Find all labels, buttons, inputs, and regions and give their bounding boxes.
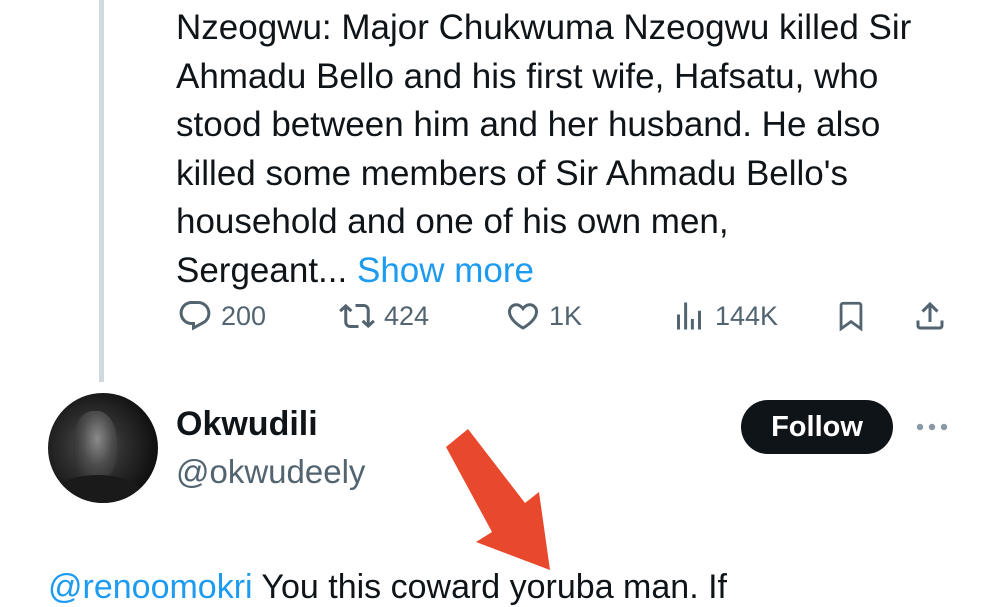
heart-icon <box>505 298 541 334</box>
tweet-text-line: household and one of his own men, <box>176 202 729 241</box>
tweet-text-line: stood between him and her husband. He al… <box>176 105 881 144</box>
share-icon <box>912 298 948 334</box>
tweet-text-truncated: Sergeant... <box>176 250 348 290</box>
annotation-arrow-icon <box>446 429 550 570</box>
retweet-count: 424 <box>384 300 430 331</box>
retweet-icon <box>338 298 376 334</box>
avatar-shoulder <box>53 475 143 503</box>
tweet-body: Nzeogwu: Major Chukwuma Nzeogwu killed S… <box>176 4 976 295</box>
user-display-name[interactable]: Okwudili <box>176 405 318 444</box>
reply-count: 200 <box>221 300 267 331</box>
bookmark-button[interactable] <box>834 293 868 339</box>
avatar-face <box>73 411 117 481</box>
reply-icon <box>177 298 213 334</box>
mention-link[interactable]: @renoomokri <box>48 568 253 606</box>
more-options-button[interactable] <box>912 412 952 442</box>
tweet-text-line: Ahmadu Bello and his first wife, Hafsatu… <box>176 56 879 96</box>
views-button[interactable]: 144K <box>671 293 778 339</box>
tweet-action-bar: 200 424 1K 144K <box>0 293 1000 339</box>
avatar[interactable] <box>48 393 158 503</box>
tweet-text-last-line: Sergeant... Show more <box>176 247 976 296</box>
reply-button[interactable]: 200 <box>177 293 266 339</box>
like-count: 1K <box>549 300 583 331</box>
tweet-text-line: Nzeogwu: Major Chukwuma Nzeogwu killed S… <box>176 8 912 47</box>
user-handle[interactable]: @okwudeely <box>176 453 365 491</box>
tweet-text-line: killed some members of Sir Ahmadu Bello'… <box>176 153 848 193</box>
more-dots-icon <box>912 423 952 446</box>
views-count: 144K <box>715 300 779 331</box>
bookmark-icon <box>834 298 868 334</box>
retweet-button[interactable]: 424 <box>338 293 429 339</box>
follow-button[interactable]: Follow <box>741 400 893 454</box>
share-button[interactable] <box>912 293 948 339</box>
views-icon <box>671 298 707 334</box>
like-button[interactable]: 1K <box>505 293 582 339</box>
show-more-link[interactable]: Show more <box>357 251 534 290</box>
reply-tweet-text: @renoomokri You this coward yoruba man. … <box>48 568 727 607</box>
reply-text-body: You this coward yoruba man. If <box>252 568 727 606</box>
